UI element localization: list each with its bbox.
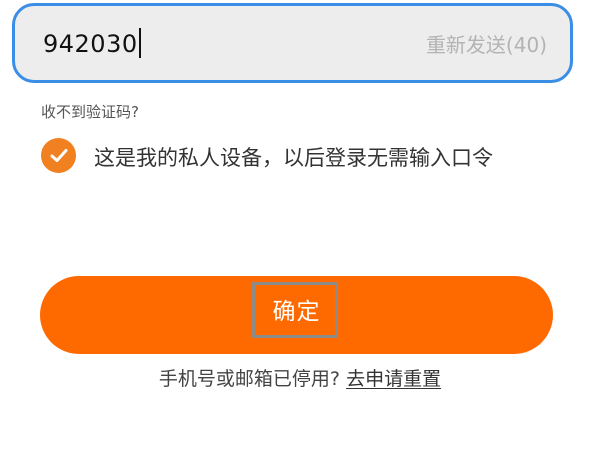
verification-page: 942030 重新发送(40) 收不到验证码? 这是我的私人设备，以后登录无需输…: [0, 0, 600, 450]
trusted-device-label[interactable]: 这是我的私人设备，以后登录无需输入口令: [40, 143, 570, 173]
verification-code-input[interactable]: 942030 重新发送(40): [12, 3, 573, 83]
verification-code-value: 942030: [43, 28, 141, 60]
resend-code-button[interactable]: 重新发送(40): [426, 31, 547, 59]
account-reset-footer: 手机号或邮箱已停用? 去申请重置: [0, 366, 600, 392]
confirm-button-label: 确定: [272, 299, 321, 325]
apply-reset-link[interactable]: 去申请重置: [346, 368, 441, 390]
no-code-link[interactable]: 收不到验证码?: [41, 102, 139, 122]
text-caret: [138, 28, 141, 58]
disabled-account-prompt: 手机号或邮箱已停用?: [158, 368, 341, 390]
confirm-button[interactable]: 确定: [40, 276, 553, 354]
